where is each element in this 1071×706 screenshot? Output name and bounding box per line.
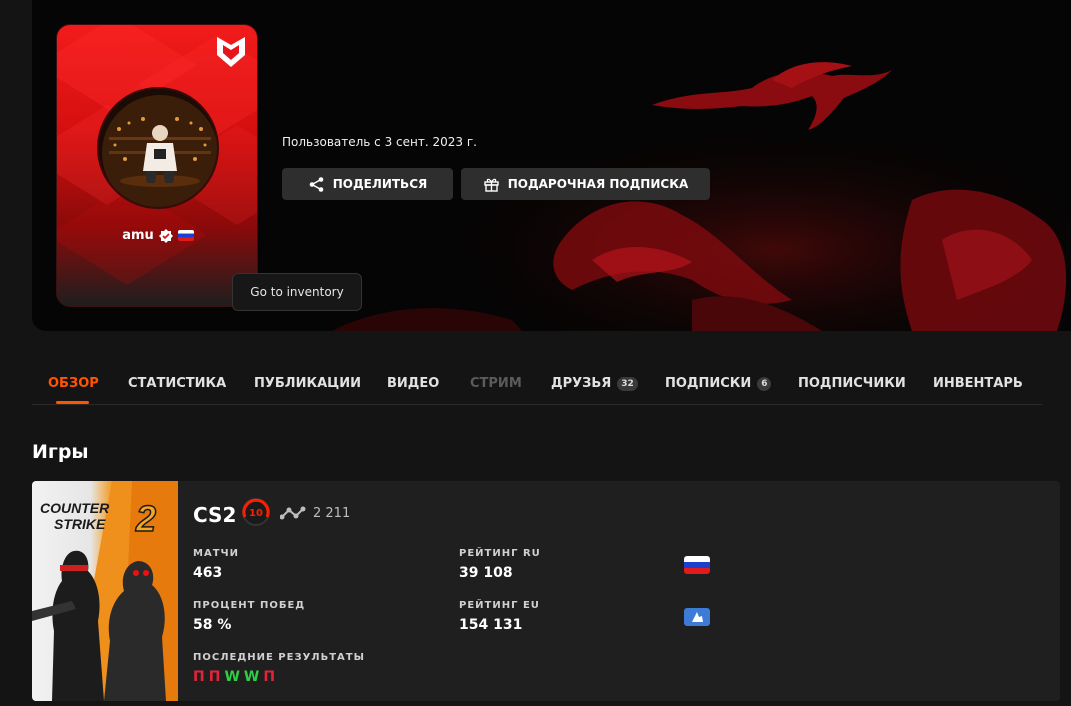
tab-label: ОБЗОР (48, 376, 99, 391)
game-cover[interactable]: COUNTER STRIKE 2 (32, 481, 178, 701)
tab-label: СТРИМ (470, 376, 522, 391)
rating-ru-value: 39 108 (459, 565, 513, 581)
subscriptions-count-badge: 6 (757, 376, 772, 391)
cover-title-line2: STRIKE (54, 516, 106, 532)
verified-icon (158, 228, 173, 243)
tab-label: ВИДЕО (387, 376, 440, 391)
profile-card[interactable]: amu (56, 24, 258, 307)
region-eu-icon (684, 608, 710, 626)
rating-eu-label: РЕЙТИНГ EU (459, 600, 540, 611)
gift-icon (484, 178, 499, 192)
tab-publications[interactable]: ПУБЛИКАЦИИ (254, 376, 361, 391)
tab-statistics[interactable]: СТАТИСТИКА (128, 376, 226, 391)
level-value: 10 (249, 508, 263, 519)
inventory-tooltip: Go to inventory (232, 273, 362, 311)
elo-icon (280, 506, 306, 520)
result-loss: П (193, 669, 205, 685)
rating-eu-value: 154 131 (459, 617, 523, 633)
tab-video[interactable]: ВИДЕО (387, 376, 439, 391)
cover-title-line1: COUNTER (40, 500, 110, 516)
elo-value: 2 211 (313, 506, 351, 521)
game-name: CS2 (193, 503, 237, 527)
gift-label: ПОДАРОЧНАЯ ПОДПИСКА (507, 177, 689, 191)
active-tab-indicator (56, 401, 89, 404)
level-badge-icon: 10 (242, 498, 270, 526)
share-button[interactable]: ПОДЕЛИТЬСЯ (282, 168, 453, 200)
username-row: amu (57, 228, 257, 243)
tab-subscriptions[interactable]: ПОДПИСКИ 6 (665, 376, 772, 391)
tab-friends[interactable]: ДРУЗЬЯ 32 (551, 376, 638, 391)
games-section-title: Игры (32, 441, 89, 463)
flag-ru-icon (684, 556, 710, 574)
recent-results: П П W W П (193, 669, 275, 685)
friends-count-badge: 32 (617, 376, 638, 391)
tab-label: ПОДПИСЧИКИ (798, 376, 906, 391)
matches-label: МАТЧИ (193, 548, 239, 559)
tab-label: СТАТИСТИКА (128, 376, 227, 391)
tab-label: ПУБЛИКАЦИИ (254, 376, 361, 391)
tab-stream[interactable]: СТРИМ (470, 376, 522, 391)
tab-subscribers[interactable]: ПОДПИСЧИКИ (798, 376, 906, 391)
member-since: Пользователь с 3 сент. 2023 г. (282, 135, 477, 149)
rating-ru-label: РЕЙТИНГ RU (459, 548, 541, 559)
winrate-label: ПРОЦЕНТ ПОБЕД (193, 600, 306, 611)
avatar-image (99, 89, 217, 207)
result-win: W (243, 669, 260, 685)
winrate-value: 58 % (193, 617, 232, 633)
avatar[interactable] (97, 87, 219, 209)
tab-label: ДРУЗЬЯ (551, 376, 612, 391)
cover-number: 2 (135, 498, 156, 539)
tab-inventory[interactable]: ИНВЕНТАРЬ (933, 376, 1023, 391)
cover-art: COUNTER STRIKE 2 (32, 481, 178, 701)
result-loss: П (208, 669, 221, 685)
username[interactable]: amu (122, 228, 154, 243)
share-icon (309, 176, 324, 192)
tab-overview[interactable]: ОБЗОР (48, 376, 99, 391)
tab-label: ИНВЕНТАРЬ (933, 376, 1023, 391)
team-logo-icon (217, 37, 245, 67)
game-card-cs2[interactable]: COUNTER STRIKE 2 CS2 10 2 211 МАТЧИ 463 … (32, 481, 1060, 701)
gift-subscription-button[interactable]: ПОДАРОЧНАЯ ПОДПИСКА (461, 168, 710, 200)
tab-label: ПОДПИСКИ (665, 376, 752, 391)
share-label: ПОДЕЛИТЬСЯ (332, 177, 428, 191)
flag-ru-icon (177, 230, 194, 241)
result-loss: П (263, 669, 276, 685)
matches-value: 463 (193, 565, 223, 581)
profile-tabs: ОБЗОР СТАТИСТИКА ПУБЛИКАЦИИ ВИДЕО СТРИМ … (32, 364, 1042, 405)
recent-results-label: ПОСЛЕДНИЕ РЕЗУЛЬТАТЫ (193, 652, 365, 663)
result-win: W (224, 669, 240, 685)
